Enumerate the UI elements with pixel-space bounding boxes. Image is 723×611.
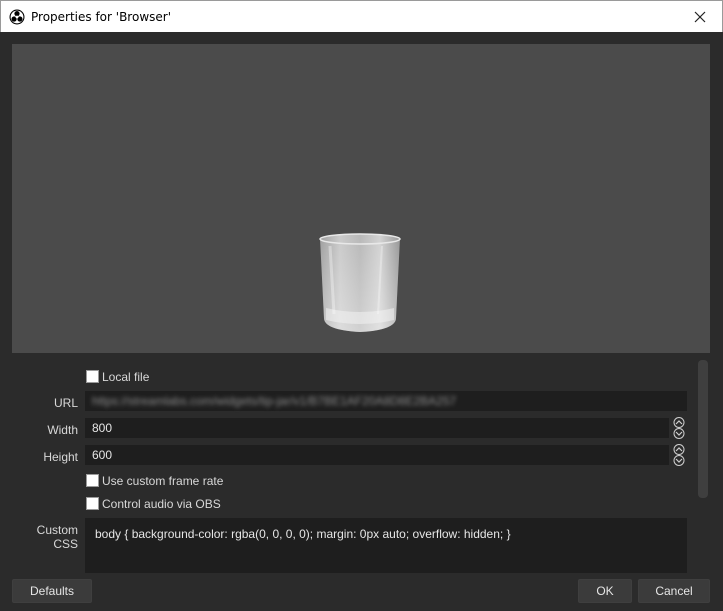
- local-file-checkbox[interactable]: [86, 370, 99, 383]
- browser-preview: [12, 44, 710, 353]
- url-label: URL: [53, 396, 78, 410]
- width-label: Width: [47, 423, 78, 437]
- title-bar: Properties for 'Browser': [0, 0, 723, 32]
- custom-frame-rate-label: Use custom frame rate: [102, 474, 224, 488]
- obs-logo-icon: [9, 9, 25, 25]
- control-audio-label: Control audio via OBS: [102, 497, 221, 511]
- width-value: 800: [92, 421, 113, 435]
- local-file-label: Local file: [102, 370, 150, 384]
- width-spinner[interactable]: [671, 417, 687, 439]
- form-scrollbar[interactable]: [698, 360, 708, 498]
- close-icon: [694, 11, 706, 22]
- custom-css-value: body { background-color: rgba(0, 0, 0, 0…: [95, 527, 511, 541]
- properties-form: Local file URL https://streamlabs.com/wi…: [0, 358, 710, 578]
- custom-frame-rate-checkbox[interactable]: [86, 474, 99, 487]
- cancel-button[interactable]: Cancel: [638, 579, 710, 603]
- custom-css-textarea[interactable]: body { background-color: rgba(0, 0, 0, 0…: [85, 518, 687, 578]
- url-value: https://streamlabs.com/widgets/tip-jar/v…: [92, 394, 457, 408]
- width-input[interactable]: 800: [85, 418, 669, 438]
- height-spinner[interactable]: [671, 444, 687, 466]
- height-input[interactable]: 600: [85, 445, 669, 465]
- height-label: Height: [43, 450, 78, 464]
- close-button[interactable]: [678, 1, 722, 32]
- height-value: 600: [92, 448, 113, 462]
- glass-image: [319, 233, 401, 332]
- defaults-button[interactable]: Defaults: [12, 579, 92, 603]
- window-title: Properties for 'Browser': [31, 10, 171, 24]
- url-input[interactable]: https://streamlabs.com/widgets/tip-jar/v…: [85, 391, 687, 411]
- control-audio-checkbox[interactable]: [86, 497, 99, 510]
- custom-css-label: Custom CSS: [36, 523, 78, 551]
- ok-button[interactable]: OK: [578, 579, 632, 603]
